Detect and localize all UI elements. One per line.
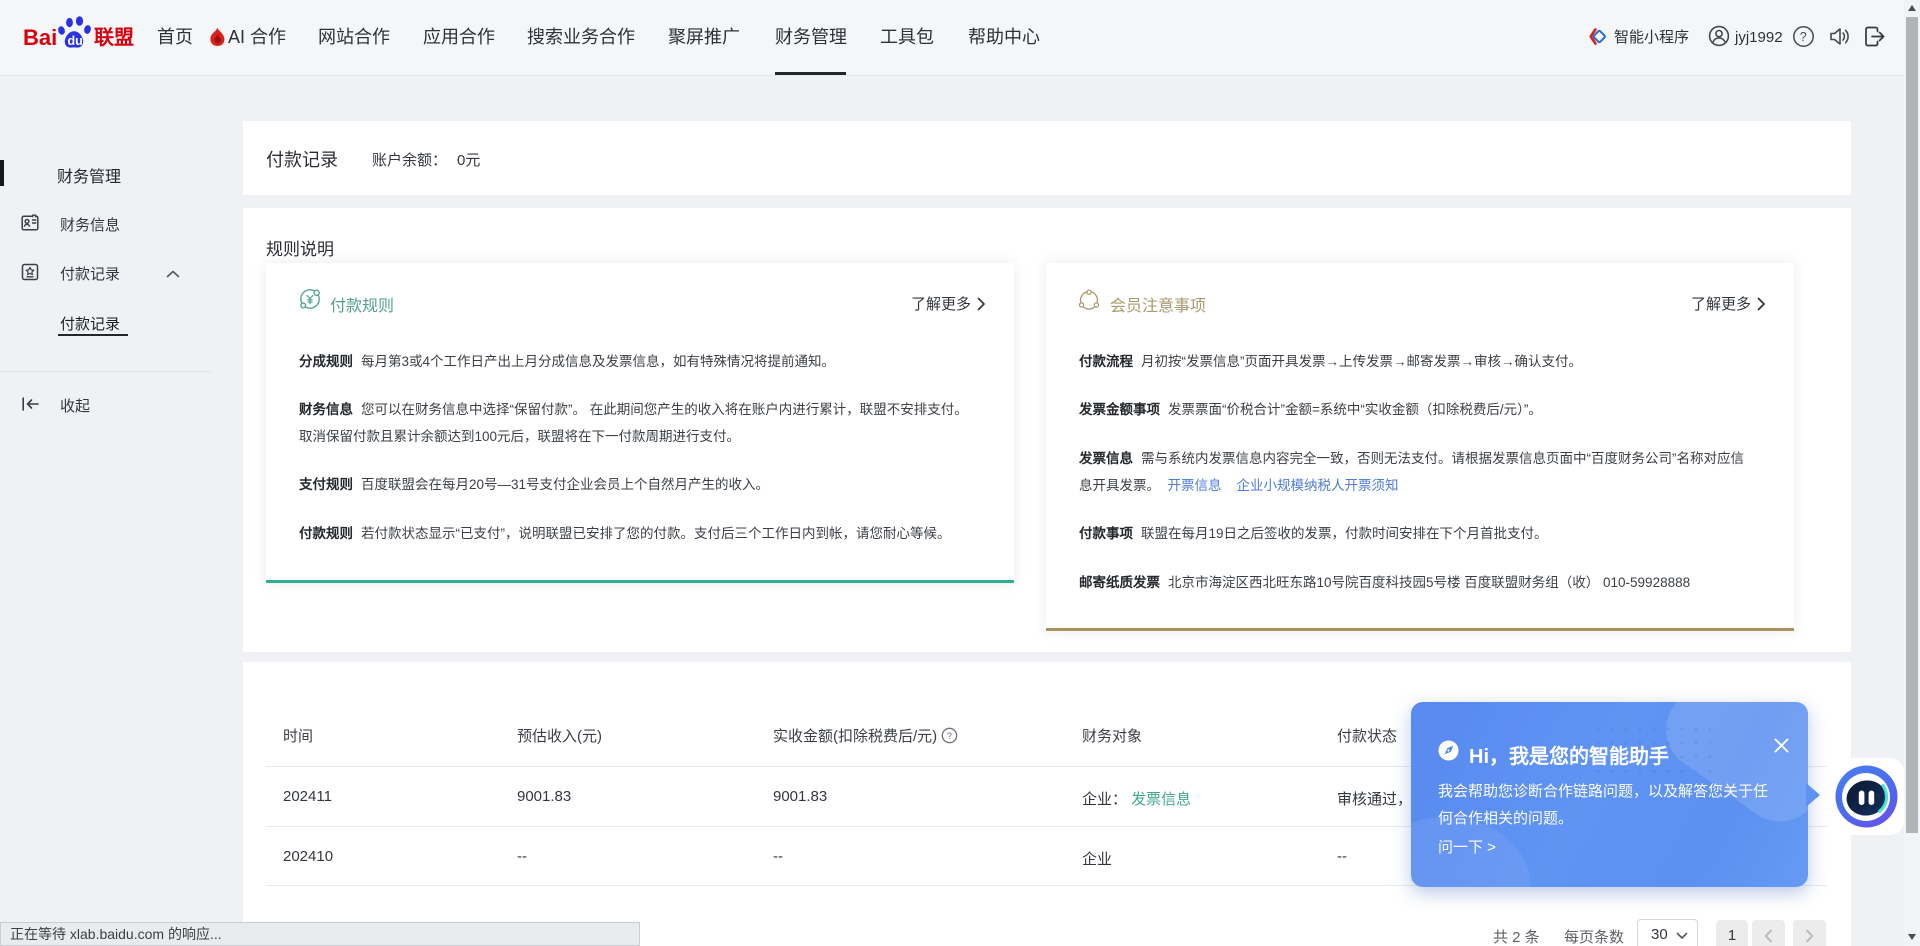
svg-text:联盟: 联盟 [94,26,134,49]
svg-text:du: du [68,34,83,48]
svg-text:?: ? [947,731,952,742]
svg-text:?: ? [1800,30,1807,44]
svg-text:Bai: Bai [23,25,57,50]
